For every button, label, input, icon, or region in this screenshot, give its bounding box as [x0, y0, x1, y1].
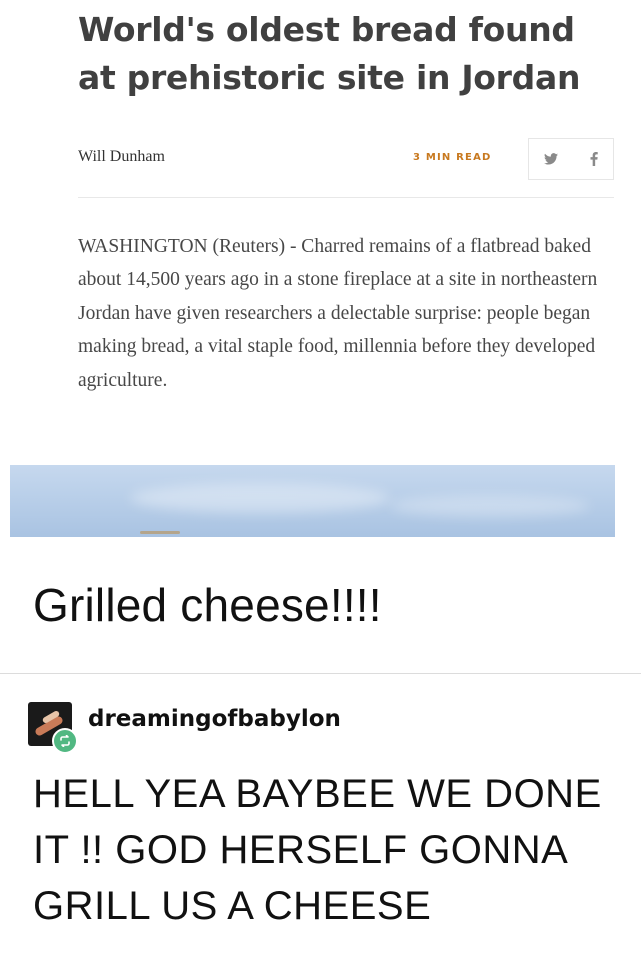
photo-cloud: [130, 483, 390, 513]
photo-cloud: [390, 495, 590, 517]
facebook-icon: [590, 152, 598, 166]
twitter-share-button[interactable]: [529, 139, 572, 179]
byline-row: Will Dunham 3 MIN READ: [78, 138, 614, 182]
facebook-share-button[interactable]: [572, 139, 615, 179]
author-name[interactable]: Will Dunham: [78, 148, 165, 166]
photo-detail: [140, 531, 180, 534]
article-card: World's oldest bread found at prehistori…: [0, 0, 641, 545]
reblog-username[interactable]: dreamingofbabylon: [88, 706, 341, 732]
reblog-icon: [60, 735, 70, 747]
reblog-badge: [52, 728, 78, 754]
article-headline[interactable]: World's oldest bread found at prehistori…: [78, 6, 618, 102]
byline-divider: [78, 197, 614, 198]
reblog-comment-1: Grilled cheese!!!!: [33, 579, 382, 631]
share-buttons: [528, 138, 614, 180]
post-divider: [0, 673, 641, 674]
reblog-header: dreamingofbabylon: [28, 702, 628, 754]
read-time-label: 3 MIN READ: [413, 152, 492, 163]
article-photo[interactable]: [10, 465, 615, 537]
article-body: WASHINGTON (Reuters) - Charred remains o…: [78, 236, 598, 391]
reblog-comment-2: HELL YEA BAYBEE WE DONE IT !! GOD HERSEL…: [33, 772, 602, 928]
twitter-icon: [543, 153, 558, 165]
